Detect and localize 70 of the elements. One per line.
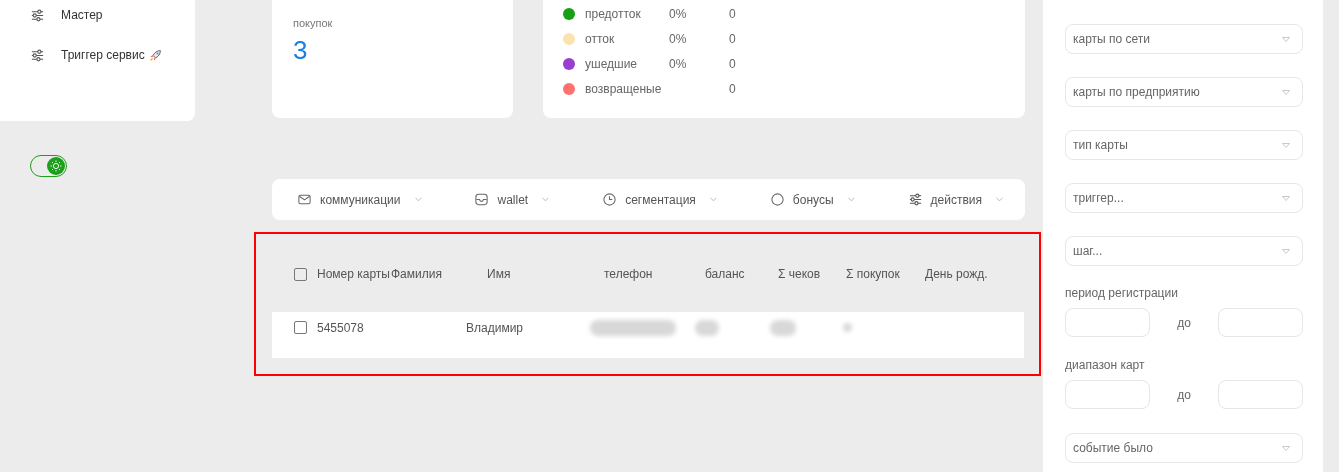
redaction-blur xyxy=(770,319,796,336)
toolbar-menu[interactable]: коммуникации xyxy=(320,192,401,207)
segment-count: 0 xyxy=(729,56,737,71)
segment-count: 0 xyxy=(729,81,737,96)
sliders-icon xyxy=(30,7,45,23)
segment-name: ушедшие xyxy=(585,56,639,71)
circle-icon xyxy=(769,192,785,207)
segment-name: возвращеные xyxy=(585,81,663,96)
caret-icon xyxy=(542,197,550,202)
range-separator: до xyxy=(1177,315,1191,330)
segment-percent: 0% xyxy=(669,6,687,21)
table-cell: Владимир xyxy=(466,320,523,335)
stat-value: 3 xyxy=(293,35,309,66)
segment-percent: 0% xyxy=(669,31,687,46)
column-header: День рожд. xyxy=(925,267,988,281)
tray-icon xyxy=(474,192,490,207)
segment-name: отток xyxy=(585,31,616,46)
dropdown-field[interactable]: триггер... xyxy=(1065,183,1303,213)
caret-icon xyxy=(414,197,422,202)
input-field[interactable] xyxy=(1218,380,1303,409)
column-header: Фамилия xyxy=(391,267,442,281)
segment-name: предотток xyxy=(585,6,642,21)
caret-icon xyxy=(1282,36,1290,42)
caret-icon xyxy=(995,197,1003,202)
sidebar-item[interactable]: Триггер сервис xyxy=(61,48,145,62)
segment-count: 0 xyxy=(729,31,737,46)
input-field[interactable] xyxy=(1065,308,1150,337)
field-label: диапазон карт xyxy=(1065,358,1146,372)
column-header: Σ покупок xyxy=(846,267,900,281)
toolbar-menu[interactable]: wallet xyxy=(497,192,529,207)
sliders-icon xyxy=(907,192,923,207)
table-row[interactable]: 5455078 Владимир xyxy=(272,312,1024,358)
toolbar-menu[interactable]: действия xyxy=(930,192,982,207)
dropdown-field[interactable]: тип карты xyxy=(1065,130,1303,160)
column-header: телефон xyxy=(604,267,653,281)
field-label: период регистрации xyxy=(1065,286,1179,300)
stat-label: покупок xyxy=(293,17,334,29)
dropdown-field[interactable]: карты по сети xyxy=(1065,24,1303,54)
envelope-icon xyxy=(297,192,312,207)
dropdown-field[interactable]: карты по предприятию xyxy=(1065,77,1303,107)
column-header: Номер карты xyxy=(317,267,390,281)
column-header: Σ чеков xyxy=(778,267,821,281)
toolbar-menu[interactable]: сегментация xyxy=(625,192,696,207)
dropdown-field[interactable]: событие было xyxy=(1065,433,1303,463)
input-field[interactable] xyxy=(1218,308,1303,337)
column-header: баланс xyxy=(705,267,745,281)
caret-icon xyxy=(1282,248,1290,254)
row-checkbox[interactable] xyxy=(294,321,307,334)
redaction-blur xyxy=(843,323,852,332)
sliders-icon xyxy=(30,47,45,63)
rocket-icon xyxy=(148,48,162,62)
sun-icon xyxy=(50,160,62,172)
caret-icon xyxy=(1282,195,1290,201)
dropdown-field[interactable]: шаг... xyxy=(1065,236,1303,266)
column-header: Имя xyxy=(487,267,511,281)
input-field[interactable] xyxy=(1065,380,1150,409)
caret-icon xyxy=(1282,89,1290,95)
range-separator: до xyxy=(1177,387,1191,402)
clock-icon xyxy=(602,192,618,207)
table-cell: 5455078 xyxy=(317,320,364,335)
segment-percent: 0% xyxy=(669,56,687,71)
caret-icon xyxy=(847,197,855,202)
sidebar-item[interactable]: Мастер xyxy=(61,8,103,22)
redaction-blur xyxy=(695,319,719,336)
caret-icon xyxy=(1282,445,1290,451)
caret-icon xyxy=(709,197,717,202)
segment-count: 0 xyxy=(729,6,737,21)
caret-icon xyxy=(1282,142,1290,148)
toolbar-menu[interactable]: бонусы xyxy=(792,192,834,207)
select-all-checkbox[interactable] xyxy=(294,267,307,281)
